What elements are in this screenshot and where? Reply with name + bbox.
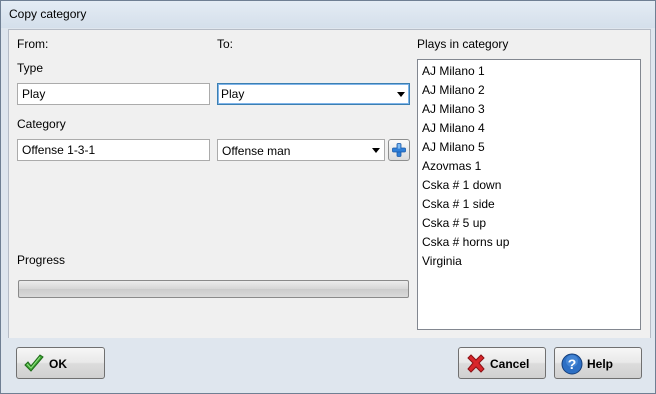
chevron-down-icon <box>397 92 405 97</box>
to-type-value: Play <box>221 87 245 101</box>
to-type-select[interactable]: Play <box>217 83 410 105</box>
title-bar: Copy category <box>1 1 655 28</box>
progress-bar <box>18 280 409 298</box>
list-item[interactable]: Cska # horns up <box>422 235 509 249</box>
add-category-button[interactable] <box>388 139 410 161</box>
ok-button[interactable]: OK <box>16 347 105 379</box>
list-item[interactable]: AJ Milano 5 <box>422 140 485 154</box>
ok-label: OK <box>49 357 67 371</box>
help-label: Help <box>587 357 614 371</box>
to-category-select[interactable]: Offense man <box>217 139 385 161</box>
plays-label: Plays in category <box>417 37 509 51</box>
list-item[interactable]: AJ Milano 4 <box>422 121 485 135</box>
cancel-label: Cancel <box>490 357 530 371</box>
to-category-value: Offense man <box>222 144 291 158</box>
list-item[interactable]: AJ Milano 2 <box>422 83 485 97</box>
from-type-field[interactable]: Play <box>17 83 210 105</box>
list-item[interactable]: AJ Milano 3 <box>422 102 485 116</box>
plus-icon <box>392 143 406 157</box>
chevron-down-icon <box>372 148 380 153</box>
copy-category-dialog: Copy category From: Type Play Category O… <box>0 0 656 394</box>
question-mark-icon: ? <box>561 353 583 375</box>
cancel-button[interactable]: Cancel <box>458 347 546 379</box>
list-item[interactable]: Cska # 1 side <box>422 197 495 211</box>
plays-list[interactable]: AJ Milano 1 AJ Milano 2 AJ Milano 3 AJ M… <box>417 59 641 330</box>
list-item[interactable]: Cska # 1 down <box>422 178 501 192</box>
list-item[interactable]: Azovmas 1 <box>422 159 481 173</box>
list-item[interactable]: AJ Milano 1 <box>422 64 485 78</box>
svg-text:?: ? <box>568 356 577 372</box>
from-category-label: Category <box>17 117 66 131</box>
from-label: From: <box>17 37 49 51</box>
from-type-label: Type <box>17 61 44 75</box>
help-button[interactable]: ? Help <box>554 347 642 379</box>
list-item[interactable]: Virginia <box>422 254 462 268</box>
to-label: To: <box>217 37 234 51</box>
progress-label: Progress <box>17 253 66 267</box>
list-item[interactable]: Cska # 5 up <box>422 216 486 230</box>
window-title: Copy category <box>9 7 87 21</box>
checkmark-icon <box>24 354 44 372</box>
red-x-icon <box>467 354 485 373</box>
from-category-field[interactable]: Offense 1-3-1 <box>17 139 210 161</box>
